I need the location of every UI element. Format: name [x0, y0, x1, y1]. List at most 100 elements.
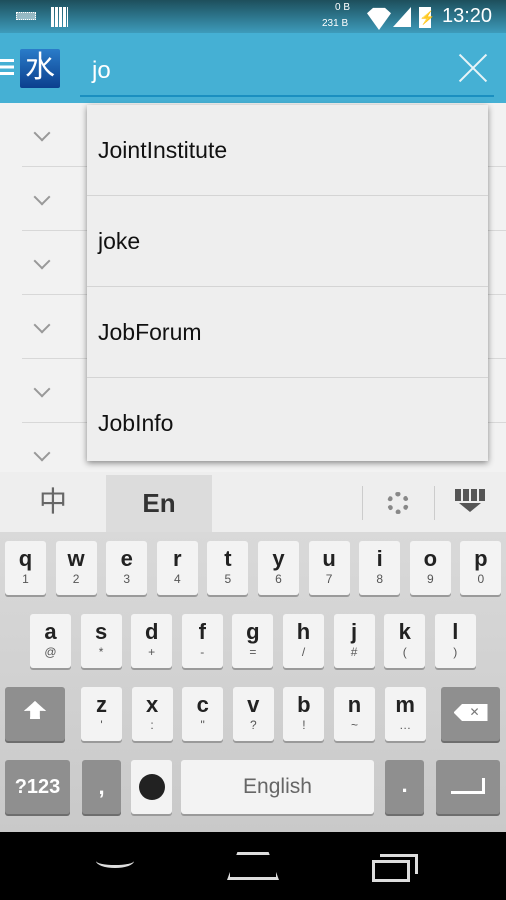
key-secondary-label: +: [148, 645, 156, 659]
key-secondary-label: 0: [477, 572, 485, 586]
chevron-down-icon[interactable]: [33, 252, 51, 270]
arrow-down: [459, 503, 481, 512]
suggestion-item[interactable]: JointInstitute: [87, 105, 488, 196]
key-x[interactable]: x:: [131, 687, 173, 741]
suggestion-item[interactable]: joke: [87, 196, 488, 287]
key-main-label: s: [94, 619, 108, 644]
data-up: 0 B: [335, 2, 351, 13]
key-main-label: x: [145, 692, 159, 717]
key-secondary-label: 8: [376, 572, 384, 586]
enter-key[interactable]: [436, 760, 500, 814]
key-n[interactable]: n ~: [334, 687, 375, 741]
symbols-key[interactable]: ?123: [5, 760, 70, 814]
key-main-label: b: [297, 692, 311, 717]
key-main-label: o: [423, 546, 438, 571]
key-l[interactable]: l): [434, 614, 476, 668]
key-main-label: f: [198, 619, 206, 644]
key-secondary-label: 6: [275, 572, 282, 586]
shift-key[interactable]: [5, 687, 65, 741]
wifi-icon: [367, 7, 391, 30]
key-b[interactable]: b!: [283, 687, 325, 741]
backspace-icon: ✕: [453, 704, 488, 721]
period-key[interactable]: .: [385, 760, 424, 814]
key-secondary-label: …: [399, 718, 412, 732]
chevron-down-icon[interactable]: [33, 316, 51, 334]
key-r[interactable]: r4: [156, 541, 198, 595]
menu-icon[interactable]: [0, 59, 14, 75]
battery-charging-icon: ⚡: [419, 7, 435, 28]
recents-icon-back: [380, 854, 418, 874]
key-c[interactable]: c ": [182, 687, 224, 741]
clear-search-button[interactable]: [456, 51, 490, 85]
back-button[interactable]: [96, 854, 134, 874]
status-bar: 0 B 231 B ⚡ 13:20: [0, 0, 506, 33]
key-main-label: u: [322, 546, 336, 571]
key-main-label: z: [96, 692, 107, 717]
key-e[interactable]: e3: [106, 541, 148, 595]
key-z[interactable]: z ': [81, 687, 122, 741]
hide-keyboard-icon[interactable]: [455, 489, 485, 515]
key-y[interactable]: y6: [258, 541, 299, 595]
backspace-key[interactable]: ✕: [441, 687, 500, 741]
key-main-label: y: [272, 546, 285, 571]
key-s[interactable]: s *: [80, 614, 122, 668]
chevron-down-icon[interactable]: [33, 124, 51, 142]
chevron-down-icon[interactable]: [33, 380, 51, 398]
key-v[interactable]: v?: [232, 687, 274, 741]
key-f[interactable]: f-: [181, 614, 223, 668]
divider: [434, 486, 435, 520]
key-main-label: c: [196, 692, 209, 717]
key-g[interactable]: g =: [232, 614, 274, 668]
key-a[interactable]: a @: [30, 614, 71, 668]
key-m[interactable]: m…: [384, 687, 426, 741]
key-secondary-label: ": [200, 718, 205, 732]
space-key[interactable]: English: [181, 760, 374, 814]
key-secondary-label: 5: [224, 572, 232, 586]
key-u[interactable]: u7: [308, 541, 350, 595]
key-secondary-label: 7: [325, 572, 333, 586]
recents-button[interactable]: [372, 854, 418, 882]
suggestion-item[interactable]: JobInfo: [87, 378, 488, 469]
key-h[interactable]: h /: [283, 614, 324, 668]
key-main-label: r: [173, 546, 182, 571]
app-bar: 水 jo: [0, 33, 506, 103]
app-logo[interactable]: 水: [20, 49, 60, 88]
key-main-label: h: [296, 619, 311, 644]
key-w[interactable]: w2: [55, 541, 97, 595]
home-icon: [227, 852, 279, 880]
key-d[interactable]: d +: [131, 614, 173, 668]
english-mode-label: En: [142, 488, 176, 518]
search-input[interactable]: jo: [80, 49, 494, 97]
key-q[interactable]: q1: [5, 541, 46, 595]
data-down: 231 B: [322, 18, 349, 29]
key-k[interactable]: k(: [384, 614, 426, 668]
key-o[interactable]: o9: [409, 541, 451, 595]
key-p[interactable]: p0: [460, 541, 502, 595]
chevron-down-icon[interactable]: [33, 188, 51, 206]
keyboard-toolbar: 中 En: [0, 472, 506, 532]
navigation-bar: [0, 832, 506, 900]
key-secondary-label: ?: [249, 718, 257, 732]
key-secondary-label: #: [350, 645, 358, 659]
home-button[interactable]: [227, 852, 279, 880]
key-main-label: p: [474, 546, 488, 571]
english-mode-button[interactable]: En: [106, 475, 212, 532]
key-j[interactable]: j #: [333, 614, 375, 668]
language-switch-key[interactable]: [131, 760, 172, 814]
keyboard: q 1 w 2 e 3 r 4 t 5 y 6 u 7 i 8 o 9 p 0 a @ s * d + f - g = h / j # k(l) z '…: [0, 532, 506, 832]
key-t[interactable]: t5: [207, 541, 249, 595]
gear-icon[interactable]: [387, 492, 409, 514]
comma-key[interactable]: ,: [82, 760, 121, 814]
chinese-mode-button[interactable]: 中: [0, 472, 106, 532]
key-secondary-label: @: [44, 645, 57, 659]
search-input-value: jo: [92, 57, 111, 84]
key-i[interactable]: i8: [359, 541, 401, 595]
suggestion-item[interactable]: JobForum: [87, 287, 488, 378]
key-secondary-label: /: [301, 645, 306, 659]
barcode-notification-icon: [51, 7, 68, 27]
key-secondary-label: (: [402, 645, 407, 659]
key-main-label: e: [120, 546, 133, 571]
key-secondary-label: 9: [426, 572, 434, 586]
chevron-down-icon[interactable]: [33, 444, 51, 462]
key-main-label: t: [224, 546, 232, 571]
